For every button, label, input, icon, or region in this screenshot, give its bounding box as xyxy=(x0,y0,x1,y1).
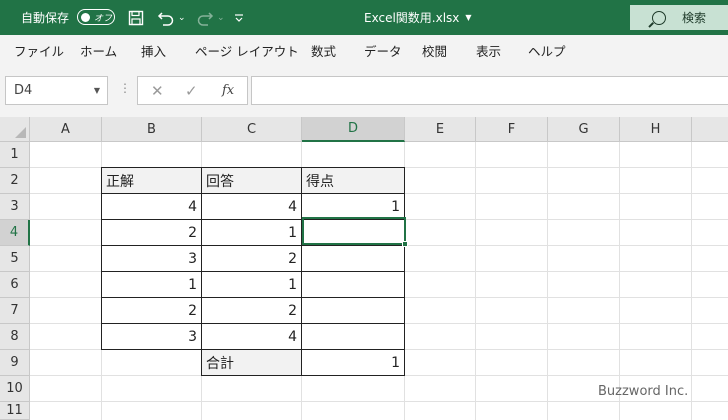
search-box[interactable]: 検索 xyxy=(630,5,728,30)
column-header-g[interactable]: G xyxy=(548,117,620,142)
title-bar: 自動保存 オフ ⌄ ⌄ Excel関数用.xlsx ▼ 検索 xyxy=(0,0,728,35)
cell-c8[interactable]: 4 xyxy=(201,323,302,350)
row-header-10[interactable]: 10 xyxy=(0,376,30,402)
document-title-text: Excel関数用.xlsx xyxy=(364,11,460,25)
search-icon xyxy=(652,10,666,25)
row-header-3[interactable]: 3 xyxy=(0,194,30,220)
cell-c3[interactable]: 4 xyxy=(201,193,302,220)
column-header-b[interactable]: B xyxy=(102,117,202,142)
insert-function-icon[interactable]: fx xyxy=(222,83,234,98)
redo-icon[interactable] xyxy=(195,0,215,35)
cell-b4[interactable]: 2 xyxy=(101,219,202,246)
tab-data[interactable]: データ xyxy=(364,35,402,65)
customize-qat-icon[interactable] xyxy=(234,0,248,35)
tab-review[interactable]: 校閲 xyxy=(422,35,447,65)
cell-b5[interactable]: 3 xyxy=(101,245,202,272)
column-header-f[interactable]: F xyxy=(476,117,548,142)
toggle-knob xyxy=(81,12,90,22)
cell-d9[interactable]: 1 xyxy=(301,349,405,376)
cell-b8[interactable]: 3 xyxy=(101,323,202,350)
cell-b3[interactable]: 4 xyxy=(101,193,202,220)
cell-d8[interactable] xyxy=(301,323,405,350)
gridline xyxy=(30,401,728,402)
row-header-11[interactable]: 11 xyxy=(0,402,30,420)
watermark: Buzzword Inc. xyxy=(598,384,689,399)
cell-c4[interactable]: 1 xyxy=(201,219,302,246)
gridline xyxy=(619,142,620,420)
formula-bar-grip-icon[interactable]: ⋮ xyxy=(119,81,131,95)
undo-dropdown-icon[interactable]: ⌄ xyxy=(178,0,188,35)
fill-handle[interactable] xyxy=(402,241,408,247)
save-icon[interactable] xyxy=(126,0,146,35)
formula-area: D4 ▼ ⋮ ✕ ✓ fx xyxy=(0,65,728,117)
name-box-dropdown-icon[interactable]: ▼ xyxy=(94,86,100,95)
enter-icon[interactable]: ✓ xyxy=(185,82,198,100)
column-header-partial xyxy=(692,117,728,142)
name-box[interactable]: D4 ▼ xyxy=(5,76,108,105)
autosave-state: オフ xyxy=(94,13,113,24)
cell-c5[interactable]: 2 xyxy=(201,245,302,272)
row-header-4[interactable]: 4 xyxy=(0,220,30,246)
gridline xyxy=(691,142,692,420)
row-header-1[interactable]: 1 xyxy=(0,142,30,168)
cell-c9[interactable]: 合計 xyxy=(201,349,302,376)
document-title[interactable]: Excel関数用.xlsx ▼ xyxy=(364,0,544,35)
gridline xyxy=(475,142,476,420)
row-header-2[interactable]: 2 xyxy=(0,168,30,194)
cell-d3[interactable]: 1 xyxy=(301,193,405,220)
tab-view[interactable]: 表示 xyxy=(476,35,501,65)
tab-formulas[interactable]: 数式 xyxy=(311,35,336,65)
cell-b7[interactable]: 2 xyxy=(101,297,202,324)
tab-help[interactable]: ヘルプ xyxy=(528,35,566,65)
cell-c2[interactable]: 回答 xyxy=(201,167,302,194)
name-box-value: D4 xyxy=(14,83,33,98)
title-caret-icon: ▼ xyxy=(465,13,472,22)
autosave-label: 自動保存 xyxy=(21,11,70,25)
undo-icon[interactable] xyxy=(156,0,176,35)
row-header-8[interactable]: 8 xyxy=(0,324,30,350)
cell-b6[interactable]: 1 xyxy=(101,271,202,298)
tab-home[interactable]: ホーム xyxy=(80,35,117,65)
column-header-e[interactable]: E xyxy=(405,117,476,142)
cell-b2[interactable]: 正解 xyxy=(101,167,202,194)
select-all-button[interactable] xyxy=(0,117,30,142)
cell-d7[interactable] xyxy=(301,297,405,324)
row-header-6[interactable]: 6 xyxy=(0,272,30,298)
ribbon-tabs: ファイル ホーム 挿入 ページ レイアウト 数式 データ 校閲 表示 ヘルプ xyxy=(0,35,728,65)
row-header-7[interactable]: 7 xyxy=(0,298,30,324)
gridline xyxy=(547,142,548,420)
cell-c7[interactable]: 2 xyxy=(201,297,302,324)
column-header-a[interactable]: A xyxy=(30,117,102,142)
column-header-d[interactable]: D xyxy=(302,117,405,142)
tab-file[interactable]: ファイル xyxy=(14,35,64,65)
active-cell-border xyxy=(302,217,406,245)
cancel-icon[interactable]: ✕ xyxy=(151,82,164,100)
row-header-9[interactable]: 9 xyxy=(0,350,30,376)
row-header-5[interactable]: 5 xyxy=(0,246,30,272)
worksheet-grid[interactable]: A B C D E F G H 1 2 3 4 5 6 7 8 9 10 11 … xyxy=(0,117,728,420)
column-header-h[interactable]: H xyxy=(620,117,692,142)
cell-d2[interactable]: 得点 xyxy=(301,167,405,194)
tab-insert[interactable]: 挿入 xyxy=(141,35,166,65)
column-header-c[interactable]: C xyxy=(202,117,302,142)
cell-d6[interactable] xyxy=(301,271,405,298)
formula-input[interactable] xyxy=(251,76,728,105)
redo-dropdown-icon[interactable]: ⌄ xyxy=(217,0,227,35)
formula-buttons: ✕ ✓ fx xyxy=(137,76,248,105)
cell-d5[interactable] xyxy=(301,245,405,272)
cell-c6[interactable]: 1 xyxy=(201,271,302,298)
search-label: 検索 xyxy=(682,11,707,25)
autosave-toggle[interactable]: オフ xyxy=(77,9,115,25)
tab-page-layout[interactable]: ページ レイアウト xyxy=(195,35,299,65)
